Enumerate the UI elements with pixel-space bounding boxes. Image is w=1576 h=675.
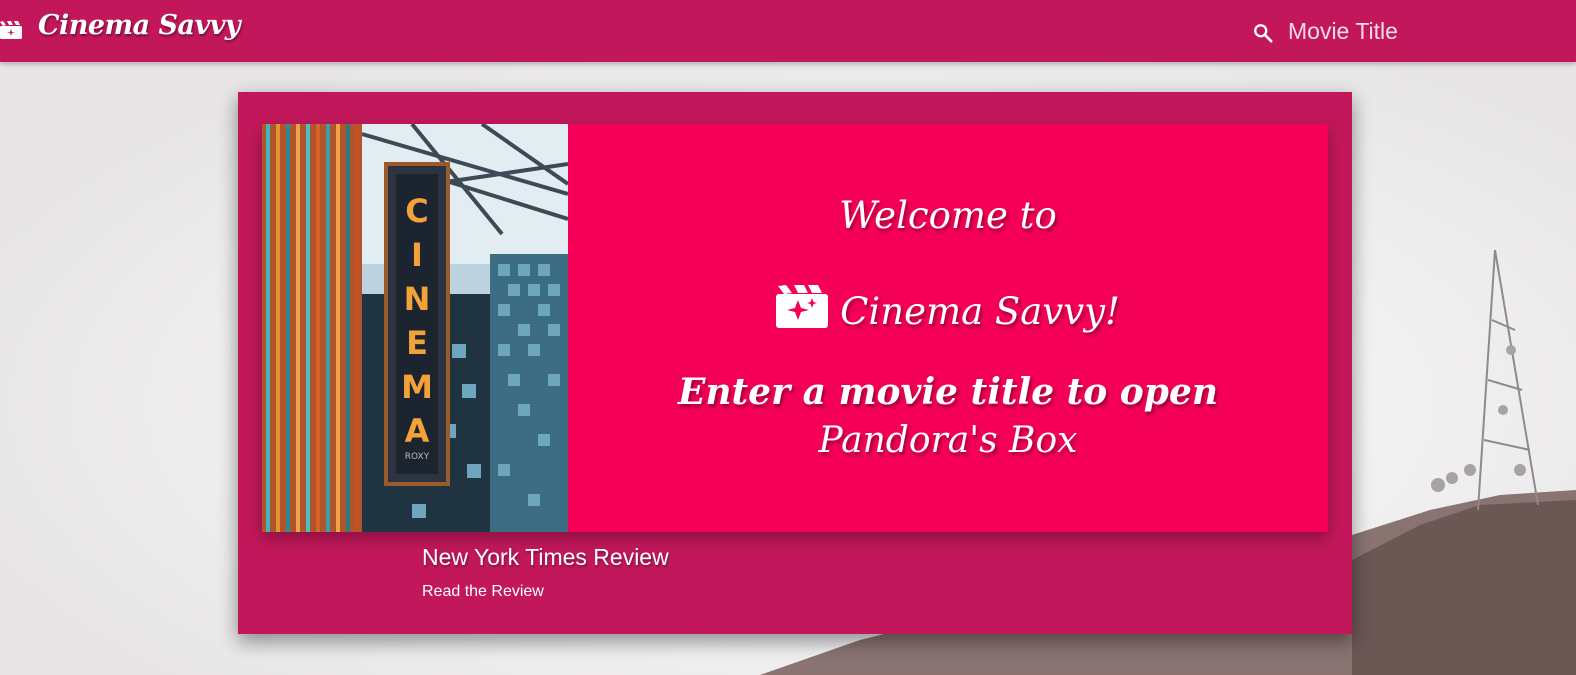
welcome-heading: Welcome to [839,194,1057,237]
instruction-line-1: Enter a movie title to open [677,371,1219,413]
welcome-message: Welcome to Cinema Savvy! Enter a movie t… [568,124,1328,532]
svg-text:M: M [401,368,433,406]
movie-filter-icon [776,285,829,328]
svg-text:E: E [406,324,428,362]
welcome-instructions: Enter a movie title to open Pandora's Bo… [568,368,1328,465]
svg-text:ROXY: ROXY [405,452,430,462]
welcome-card: C I N E M A ROXY Welcome to Cinema Savvy… [238,92,1352,634]
welcome-brand-text: Cinema Savvy! [840,290,1120,333]
welcome-brand-line: Cinema Savvy! [568,284,1328,333]
top-navbar: Cinema Savvy [0,0,1576,62]
svg-text:C: C [405,192,428,230]
brand-title[interactable]: Cinema Savvy [38,10,241,41]
svg-text:A: A [405,412,430,450]
movie-title-search-input[interactable] [1288,12,1528,50]
movie-clapper-icon[interactable] [0,20,22,40]
welcome-hero-panel: C I N E M A ROXY Welcome to Cinema Savvy… [262,124,1328,532]
cinema-sign-image: C I N E M A ROXY [262,124,568,532]
svg-text:I: I [411,236,423,274]
svg-text:N: N [404,280,431,318]
review-title: New York Times Review [422,544,669,570]
search-icon[interactable] [1252,22,1274,44]
instruction-line-2: Pandora's Box [818,420,1078,461]
read-review-link[interactable]: Read the Review [422,583,544,601]
